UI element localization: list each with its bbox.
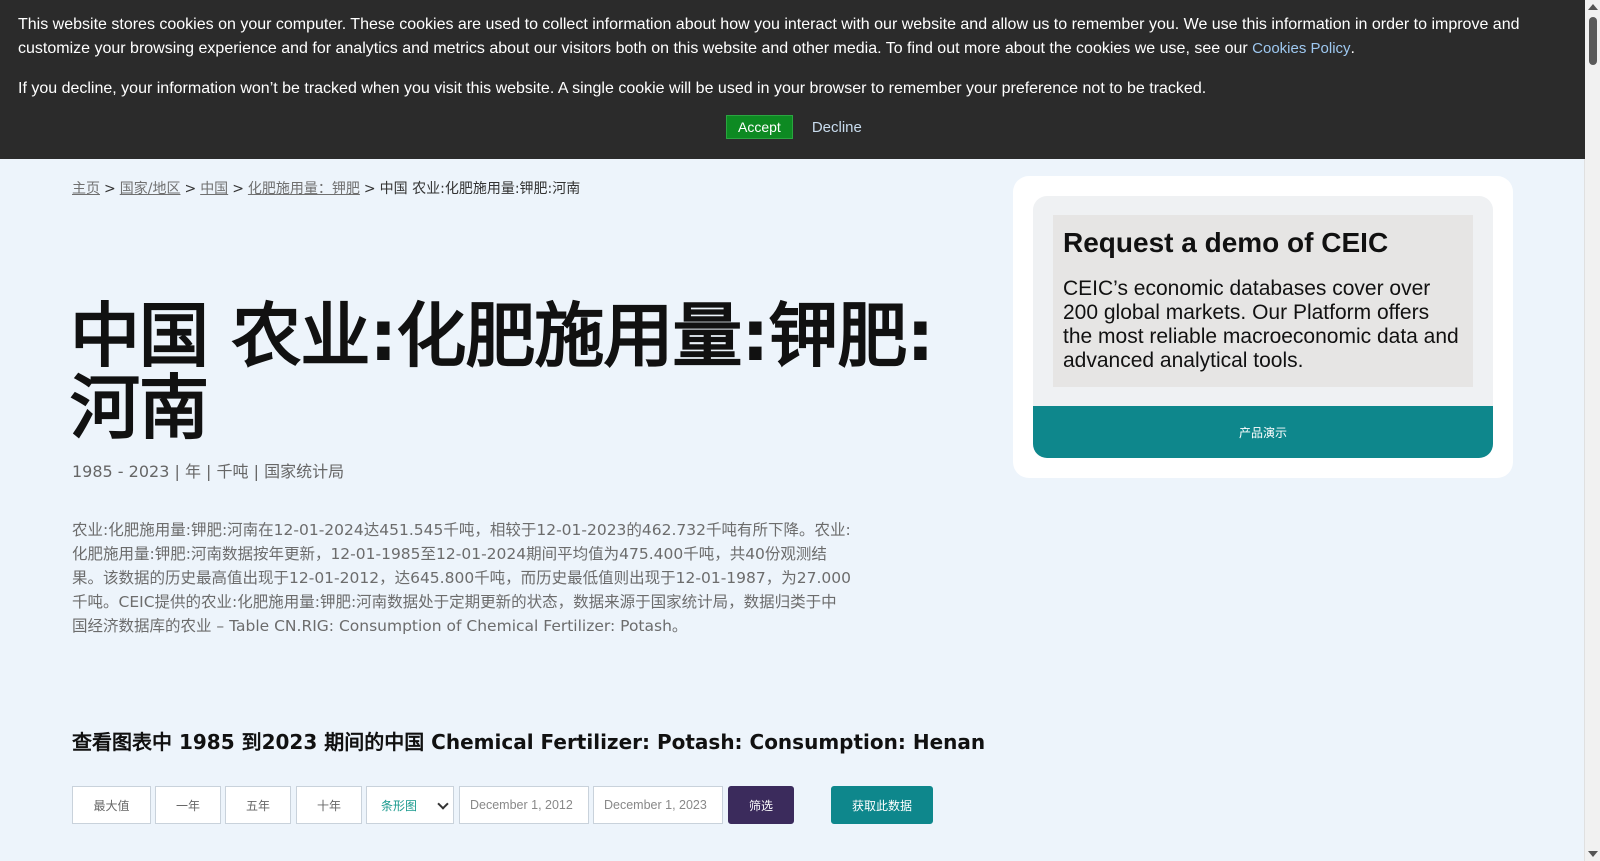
range-10y-button[interactable]: 十年: [296, 786, 362, 824]
product-demo-button[interactable]: 产品演示: [1033, 406, 1493, 458]
scroll-thumb[interactable]: [1589, 17, 1597, 65]
breadcrumb: 主页 > 国家/地区 > 中国 > 化肥施用量：钾肥 > 中国 农业:化肥施用量:钾肥:河南: [72, 178, 580, 198]
filter-button[interactable]: 筛选: [728, 786, 794, 824]
breadcrumb-china[interactable]: 中国: [200, 181, 228, 197]
scroll-up-arrow-icon[interactable]: [1588, 4, 1598, 10]
cookie-banner: This website stores cookies on your comp…: [0, 0, 1585, 159]
accept-button[interactable]: Accept: [726, 115, 793, 139]
page-title: 中国 农业:化肥施用量:钾肥:河南: [70, 295, 934, 449]
demo-card: Request a demo of CEIC CEIC’s economic d…: [1013, 176, 1513, 478]
date-to-input[interactable]: December 1, 2023: [593, 786, 723, 824]
chart-type-selected: 条形图: [381, 798, 418, 813]
cookie-decline-info: If you decline, your information won’t b…: [18, 80, 1207, 97]
cookies-policy-link[interactable]: Cookies Policy: [1252, 40, 1350, 57]
demo-card-inner: Request a demo of CEIC CEIC’s economic d…: [1033, 196, 1493, 458]
breadcrumb-home[interactable]: 主页: [72, 181, 100, 197]
demo-body: CEIC’s economic databases cover over 200…: [1063, 277, 1459, 372]
demo-text-box: Request a demo of CEIC CEIC’s economic d…: [1053, 215, 1473, 387]
scrollbar[interactable]: [1584, 0, 1600, 861]
range-5y-button[interactable]: 五年: [225, 786, 291, 824]
scroll-down-arrow-icon[interactable]: [1588, 851, 1598, 857]
get-data-button[interactable]: 获取此数据: [831, 786, 933, 824]
breadcrumb-category[interactable]: 化肥施用量：钾肥: [248, 181, 360, 197]
chart-type-select[interactable]: 条形图: [366, 786, 454, 824]
range-1y-button[interactable]: 一年: [155, 786, 221, 824]
chevron-down-icon: [437, 797, 449, 810]
series-description: 农业:化肥施用量:钾肥:河南在12-01-2024达451.545千吨，相较于1…: [72, 521, 851, 635]
breadcrumb-countries[interactable]: 国家/地区: [120, 181, 181, 197]
range-max-button[interactable]: 最大值: [72, 786, 151, 824]
date-from-input[interactable]: December 1, 2012: [459, 786, 589, 824]
demo-title: Request a demo of CEIC: [1063, 227, 1389, 258]
breadcrumb-separator: >: [232, 181, 244, 197]
breadcrumb-current: 中国 农业:化肥施用量:钾肥:河南: [379, 181, 581, 197]
cookie-text-end: .: [1350, 40, 1355, 57]
series-meta: 1985 - 2023 | 年 | 千吨 | 国家统计局: [72, 462, 345, 481]
breadcrumb-separator: >: [184, 181, 197, 197]
breadcrumb-separator: >: [363, 181, 376, 197]
chart-heading: 查看图表中 1985 到2023 期间的中国 Chemical Fertiliz…: [72, 730, 986, 754]
decline-button[interactable]: Decline: [812, 119, 862, 136]
breadcrumb-separator: >: [104, 181, 116, 197]
cookie-text: This website stores cookies on your comp…: [18, 13, 1567, 61]
cookie-actions: Accept Decline: [726, 115, 862, 139]
